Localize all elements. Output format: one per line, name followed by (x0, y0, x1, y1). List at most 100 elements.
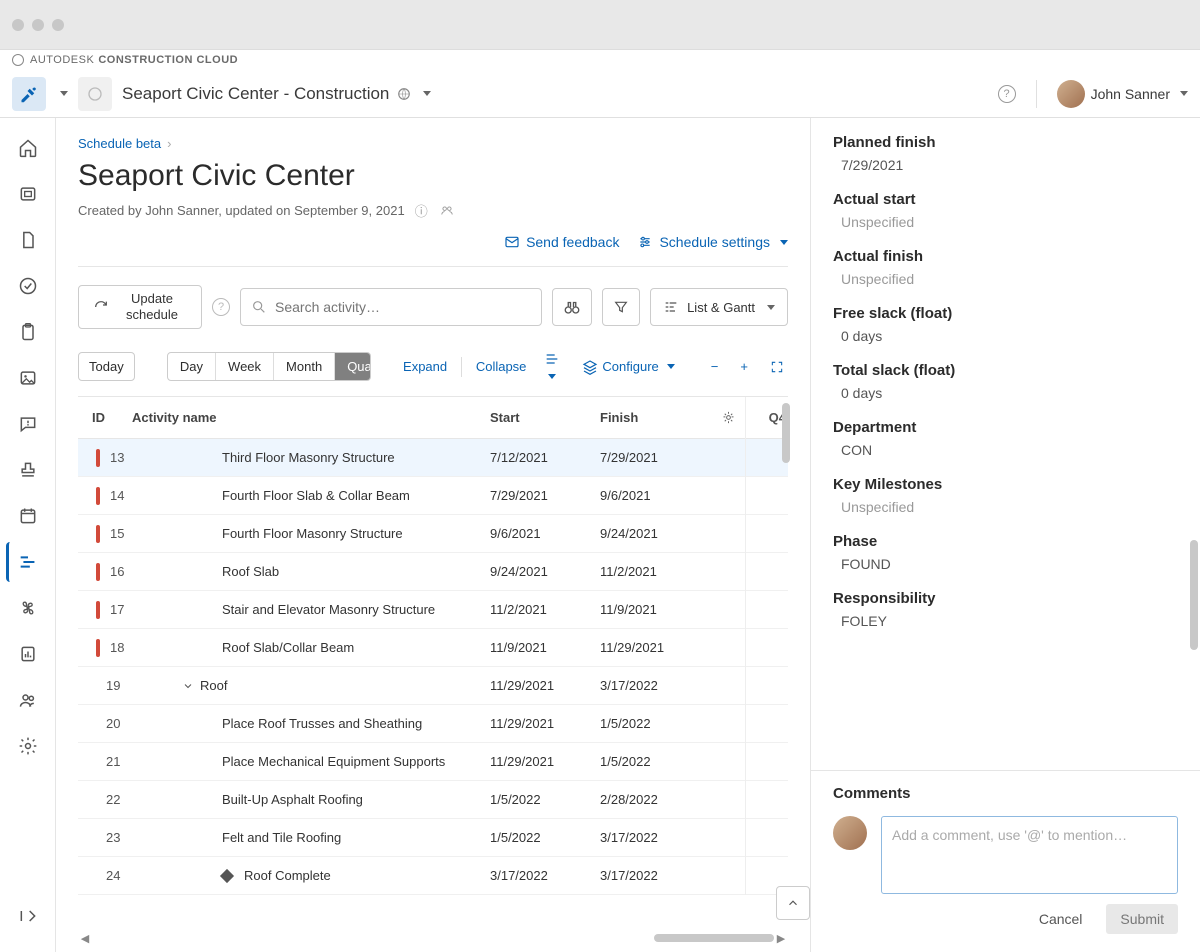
sidebar-item-calendar[interactable] (8, 496, 48, 536)
window-max-dot[interactable] (52, 19, 64, 31)
project-name: Seaport Civic Center - Construction (122, 84, 389, 104)
horizontal-scrollbar[interactable]: ◀ ▶ (78, 934, 788, 942)
sidebar-item-schedule[interactable] (6, 542, 46, 582)
breadcrumb-label: Schedule beta (78, 136, 161, 151)
critical-marker (96, 449, 100, 467)
table-row[interactable]: 19Roof11/29/20213/17/2022 (78, 667, 788, 705)
table-row[interactable]: 20Place Roof Trusses and Sheathing11/29/… (78, 705, 788, 743)
binoculars-button[interactable] (552, 288, 592, 326)
calendar-icon (18, 506, 38, 526)
table-row[interactable]: 23Felt and Tile Roofing1/5/20223/17/2022 (78, 819, 788, 857)
detail-value: FOLEY (833, 613, 1178, 629)
table-row[interactable]: 16Roof Slab9/24/202111/2/2021 (78, 553, 788, 591)
left-sidebar (0, 118, 56, 952)
expand-icon (770, 360, 784, 374)
detail-field: DepartmentCON (833, 419, 1178, 458)
range-day[interactable]: Day (168, 353, 216, 380)
sidebar-item-home[interactable] (8, 128, 48, 168)
row-start: 11/29/2021 (490, 678, 600, 693)
table-row[interactable]: 15Fourth Floor Masonry Structure9/6/2021… (78, 515, 788, 553)
range-quarter[interactable]: Quarter (335, 353, 371, 380)
vertical-scrollbar[interactable] (782, 403, 790, 463)
sidebar-item-stamp[interactable] (8, 450, 48, 490)
row-start: 11/29/2021 (490, 754, 600, 769)
window-min-dot[interactable] (32, 19, 44, 31)
app-switcher-caret-icon[interactable] (60, 91, 68, 96)
sidebar-item-photos[interactable] (8, 358, 48, 398)
check-circle-icon (18, 276, 38, 296)
comment-input[interactable]: Add a comment, use '@' to mention… (881, 816, 1178, 894)
today-button[interactable]: Today (78, 352, 135, 381)
file-icon (18, 230, 38, 250)
detail-value: Unspecified (833, 214, 1178, 230)
row-id: 16 (110, 564, 124, 579)
chevron-up-icon (786, 896, 800, 910)
sidebar-item-settings[interactable] (8, 726, 48, 766)
detail-label: Phase (833, 533, 1178, 550)
range-week[interactable]: Week (216, 353, 274, 380)
th-settings[interactable] (710, 410, 746, 425)
user-menu[interactable]: John Sanner (1057, 80, 1188, 108)
table-row[interactable]: 18Roof Slab/Collar Beam11/9/202111/29/20… (78, 629, 788, 667)
sidebar-item-members[interactable] (8, 680, 48, 720)
window-titlebar (0, 0, 1200, 50)
view-mode-button[interactable]: List & Gantt (650, 288, 788, 326)
search-input[interactable] (275, 299, 531, 315)
range-month[interactable]: Month (274, 353, 335, 380)
send-feedback-link[interactable]: Send feedback (504, 234, 619, 250)
row-start: 7/12/2021 (490, 450, 600, 465)
zoom-in-button[interactable]: + (736, 355, 752, 378)
detail-field: PhaseFOUND (833, 533, 1178, 572)
sidebar-item-assets[interactable] (8, 588, 48, 628)
critical-marker (96, 639, 100, 657)
table-row[interactable]: 24Roof Complete3/17/20223/17/2022 (78, 857, 788, 895)
zoom-out-button[interactable]: − (707, 355, 723, 378)
chevron-down-icon[interactable] (182, 680, 194, 692)
comment-alert-icon (18, 414, 38, 434)
detail-label: Key Milestones (833, 476, 1178, 493)
collapse-icon (18, 906, 38, 926)
table-row[interactable]: 14Fourth Floor Slab & Collar Beam7/29/20… (78, 477, 788, 515)
sidebar-item-files[interactable] (8, 220, 48, 260)
table-row[interactable]: 17Stair and Elevator Masonry Structure11… (78, 591, 788, 629)
project-caret-icon (423, 91, 431, 96)
project-icon-button[interactable] (78, 77, 112, 111)
configure-button[interactable]: Configure (578, 355, 678, 379)
help-button[interactable]: ? (998, 85, 1016, 103)
hscroll-left-icon[interactable]: ◀ (78, 932, 92, 945)
sidebar-item-forms[interactable] (8, 312, 48, 352)
schedule-settings-link[interactable]: Schedule settings (637, 234, 788, 250)
sidebar-collapse-button[interactable] (8, 896, 48, 936)
project-selector[interactable]: Seaport Civic Center - Construction (122, 84, 431, 104)
update-schedule-button[interactable]: Update schedule (78, 285, 202, 329)
breadcrumb[interactable]: Schedule beta › (78, 136, 788, 151)
update-help-icon[interactable]: ? (212, 298, 230, 316)
share-people-icon[interactable] (438, 204, 456, 218)
fullscreen-button[interactable] (766, 356, 788, 378)
vsep (461, 357, 462, 377)
sidebar-item-issues[interactable] (8, 404, 48, 444)
sidebar-item-sheets[interactable] (8, 174, 48, 214)
info-icon[interactable]: ⓘ (415, 201, 428, 220)
indent-icon[interactable] (540, 347, 564, 386)
table-row[interactable]: 21Place Mechanical Equipment Supports11/… (78, 743, 788, 781)
page-vertical-scrollbar[interactable] (1190, 540, 1198, 650)
window-close-dot[interactable] (12, 19, 24, 31)
table-row[interactable]: 13Third Floor Masonry Structure7/12/2021… (78, 439, 788, 477)
row-finish: 3/17/2022 (600, 830, 710, 845)
details-panel: Planned finish7/29/2021Actual startUnspe… (810, 118, 1200, 952)
scroll-to-top-button[interactable] (776, 886, 810, 920)
app-switcher-button[interactable] (12, 77, 46, 111)
filter-button[interactable] (602, 288, 640, 326)
cancel-button[interactable]: Cancel (1025, 904, 1097, 934)
search-activity[interactable] (240, 288, 542, 326)
hscroll-right-icon[interactable]: ▶ (774, 932, 788, 945)
submit-button[interactable]: Submit (1106, 904, 1178, 934)
comments-section: Comments Add a comment, use '@' to menti… (811, 770, 1200, 952)
collapse-button[interactable]: Collapse (476, 359, 527, 374)
sidebar-item-approve[interactable] (8, 266, 48, 306)
sidebar-item-reports[interactable] (8, 634, 48, 674)
expand-button[interactable]: Expand (403, 359, 447, 374)
table-row[interactable]: 22Built-Up Asphalt Roofing1/5/20222/28/2… (78, 781, 788, 819)
row-id: 20 (106, 716, 120, 731)
